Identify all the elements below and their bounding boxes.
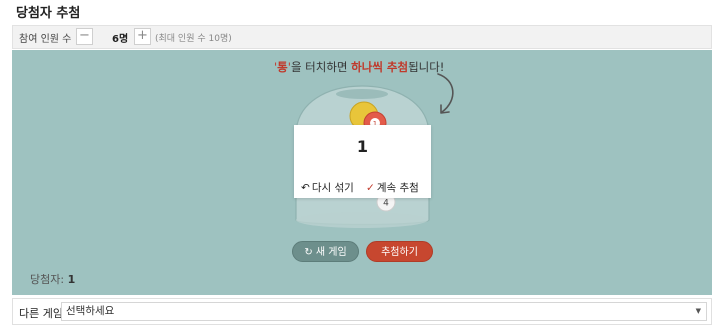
draw-button[interactable]: 추첨하기 [366, 241, 433, 262]
decrease-button[interactable]: − [76, 28, 93, 45]
continue-draw-button[interactable]: ✓ 계속 추첨 [366, 180, 419, 195]
other-game-select[interactable]: 선택하세요 ▼ [61, 302, 707, 321]
winners-value: 1 [67, 273, 76, 286]
reshuffle-label: 다시 섞기 [311, 182, 354, 194]
result-card: 1 ↶ 다시 섞기 ✓ 계속 추첨 [294, 125, 431, 198]
curved-arrow-icon [437, 73, 454, 114]
drawn-number: 1 [356, 137, 369, 156]
chevron-down-icon: ▼ [695, 307, 701, 315]
other-game-label: 다른 게임 [19, 307, 63, 320]
new-game-label: 새 게임 [315, 247, 347, 258]
other-game-select-value: 선택하세요 [66, 305, 115, 317]
continue-draw-label: 계속 추첨 [376, 182, 419, 194]
other-game-bar: 다른 게임 선택하세요 ▼ [12, 298, 712, 325]
new-game-button[interactable]: ↻ 새 게임 [292, 241, 359, 262]
page-title: 당첨자 추첨 [16, 6, 81, 21]
draw-stage: '통'을 터치하면 하나씩 추첨됩니다! 1 4 1 ↶ 다시 섞기 ✓ 계속 추첨… [12, 50, 712, 295]
participant-bar: 참여 인원 수 − 6명 + (최대 인원 수 10명) [12, 25, 712, 49]
check-icon: ✓ [366, 182, 375, 194]
winners-summary: 당첨자: 1 [30, 271, 75, 287]
max-participants-info: (최대 인원 수 10명) [155, 34, 232, 44]
hint-keyword-draw: 하나씩 추첨 [351, 60, 409, 74]
hint-keyword-jar: 통 [277, 60, 288, 74]
reshuffle-button[interactable]: ↶ 다시 섞기 [301, 180, 354, 195]
winners-label: 당첨자: [30, 273, 65, 286]
participant-count-label: 참여 인원 수 [19, 34, 72, 45]
participant-count-value: 6명 [112, 34, 129, 45]
instruction-text: '통'을 터치하면 하나씩 추첨됩니다! [274, 59, 444, 75]
hint-text-1: 을 터치하면 [290, 60, 352, 74]
undo-icon: ↶ [301, 182, 310, 194]
refresh-icon: ↻ [304, 247, 313, 258]
white-ball-label: 4 [383, 199, 389, 209]
increase-button[interactable]: + [134, 28, 151, 45]
